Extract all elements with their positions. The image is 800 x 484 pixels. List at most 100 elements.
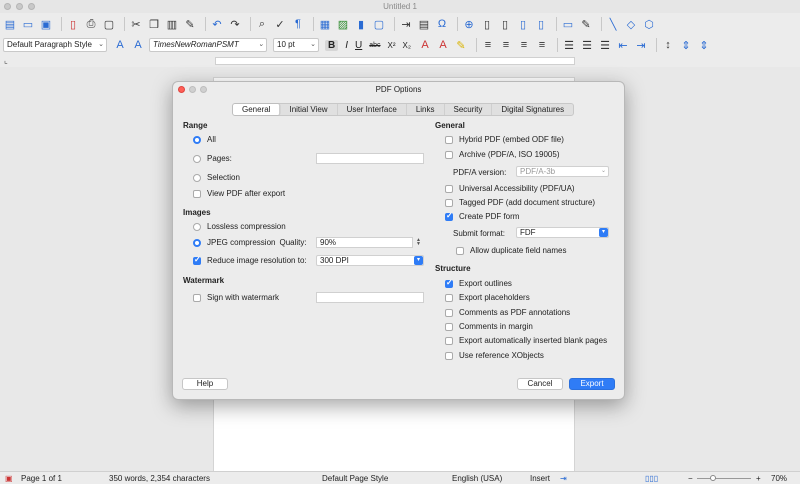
decrease-spacing-icon[interactable]: ⇕: [697, 38, 711, 52]
document-modified-icon[interactable]: ▣: [5, 474, 13, 483]
hybrid-pdf-checkbox[interactable]: [445, 135, 453, 144]
insert-mode[interactable]: Insert: [530, 474, 550, 483]
endnote-icon[interactable]: ▯: [498, 17, 512, 31]
range-selection-option[interactable]: Selection: [193, 173, 240, 182]
redo-icon[interactable]: ↷: [228, 17, 242, 31]
sign-watermark-option[interactable]: Sign with watermark: [193, 293, 279, 302]
create-form-checkbox[interactable]: [445, 211, 453, 221]
pdfa-version-select[interactable]: PDF/A-3b ⌄: [516, 166, 609, 177]
export-placeholders-checkbox[interactable]: [445, 293, 453, 302]
hybrid-pdf-option[interactable]: Hybrid PDF (embed ODF file): [445, 135, 564, 144]
zoom-level[interactable]: 70%: [771, 474, 787, 483]
clone-formatting-icon[interactable]: ✎: [183, 17, 197, 31]
bookmark-icon[interactable]: ▯: [516, 17, 530, 31]
copy-icon[interactable]: ❐: [147, 17, 161, 31]
zoom-slider[interactable]: [697, 478, 751, 479]
zoom-out-icon[interactable]: −: [688, 474, 693, 483]
subscript-button[interactable]: X₂: [403, 41, 411, 50]
new-style-icon[interactable]: A: [131, 38, 145, 52]
tab-security[interactable]: Security: [445, 104, 493, 115]
track-changes-icon[interactable]: ✎: [579, 17, 593, 31]
superscript-button[interactable]: X²: [388, 41, 396, 50]
highlight-icon[interactable]: ✎: [454, 38, 468, 52]
duplicate-names-checkbox[interactable]: [456, 246, 464, 255]
quality-input[interactable]: 90% ▲ ▼: [316, 237, 421, 248]
range-all-option[interactable]: All: [193, 135, 216, 144]
tab-general[interactable]: General: [233, 104, 281, 115]
zoom-in-icon[interactable]: +: [756, 474, 761, 483]
open-folder-icon[interactable]: ▭: [21, 17, 35, 31]
print-icon[interactable]: ⎙: [84, 17, 98, 31]
numbered-list-icon[interactable]: ☰: [580, 38, 594, 52]
outline-icon[interactable]: ☰: [598, 38, 612, 52]
strikethrough-button[interactable]: abc: [369, 42, 380, 49]
word-count[interactable]: 350 words, 2,354 characters: [109, 474, 210, 483]
selection-mode-icon[interactable]: ⇥: [560, 474, 567, 483]
range-pages-option[interactable]: Pages:: [193, 154, 232, 163]
export-outlines-option[interactable]: Export outlines: [445, 278, 512, 288]
formatting-marks-icon[interactable]: ¶: [291, 17, 305, 31]
export-outlines-checkbox[interactable]: [445, 278, 453, 288]
align-right-icon[interactable]: ≡: [517, 38, 531, 52]
spelling-icon[interactable]: ✓: [273, 17, 287, 31]
lossless-radio[interactable]: [193, 222, 201, 231]
export-pdf-icon[interactable]: ▯: [66, 17, 80, 31]
clear-formatting-icon[interactable]: A: [418, 38, 432, 52]
sign-watermark-checkbox[interactable]: [193, 293, 201, 302]
insert-table-icon[interactable]: ▦: [318, 17, 332, 31]
lossless-option[interactable]: Lossless compression: [193, 222, 286, 231]
language[interactable]: English (USA): [452, 474, 502, 483]
comments-pdf-checkbox[interactable]: [445, 308, 453, 317]
accessibility-checkbox[interactable]: [445, 184, 453, 193]
page-break-icon[interactable]: ⇥: [399, 17, 413, 31]
update-style-icon[interactable]: A: [113, 38, 127, 52]
comments-margin-option[interactable]: Comments in margin: [445, 322, 533, 331]
view-after-export-checkbox[interactable]: [193, 189, 201, 198]
font-size-select[interactable]: 10 pt ⌄: [273, 38, 319, 52]
view-after-export-option[interactable]: View PDF after export: [193, 189, 285, 198]
help-button[interactable]: Help: [182, 378, 228, 390]
undo-icon[interactable]: ↶: [210, 17, 224, 31]
jpeg-radio[interactable]: [193, 238, 201, 247]
comments-pdf-option[interactable]: Comments as PDF annotations: [445, 308, 570, 317]
page-count[interactable]: Page 1 of 1: [21, 474, 62, 483]
footnote-icon[interactable]: ▯: [480, 17, 494, 31]
accessibility-option[interactable]: Universal Accessibility (PDF/UA): [445, 184, 575, 193]
tab-links[interactable]: Links: [407, 104, 445, 115]
tab-initial-view[interactable]: Initial View: [280, 104, 338, 115]
insert-line-icon[interactable]: ╲: [606, 17, 620, 31]
export-placeholders-option[interactable]: Export placeholders: [445, 293, 530, 302]
range-pages-radio[interactable]: [193, 154, 201, 163]
minimize-window-button[interactable]: [16, 3, 23, 10]
stepper-icon[interactable]: ▲ ▼: [415, 238, 422, 247]
page-style[interactable]: Default Page Style: [322, 474, 388, 483]
insert-chart-icon[interactable]: ▮: [354, 17, 368, 31]
tab-digital-signatures[interactable]: Digital Signatures: [492, 104, 573, 115]
watermark-input[interactable]: [316, 292, 424, 303]
font-color-icon[interactable]: A: [436, 38, 450, 52]
bullet-list-icon[interactable]: ☰: [562, 38, 576, 52]
save-icon[interactable]: ▣: [39, 17, 53, 31]
duplicate-names-option[interactable]: Allow duplicate field names: [456, 246, 567, 255]
xobjects-checkbox[interactable]: [445, 351, 453, 360]
create-form-option[interactable]: Create PDF form: [445, 211, 519, 221]
insert-textbox-icon[interactable]: ▢: [372, 17, 386, 31]
horizontal-ruler[interactable]: ⌞: [0, 55, 800, 67]
insert-field-icon[interactable]: ▤: [417, 17, 431, 31]
increase-indent-icon[interactable]: ⇤: [616, 38, 630, 52]
export-button[interactable]: Export: [569, 378, 615, 390]
font-name-select[interactable]: TimesNewRomanPSMT ⌄: [149, 38, 267, 52]
reduce-resolution-option[interactable]: Reduce image resolution to:: [193, 255, 307, 265]
insert-image-icon[interactable]: ▨: [336, 17, 350, 31]
blank-pages-option[interactable]: Export automatically inserted blank page…: [445, 336, 607, 345]
decrease-indent-icon[interactable]: ⇥: [634, 38, 648, 52]
submit-format-select[interactable]: FDF ▾: [516, 227, 609, 238]
bold-button[interactable]: B: [325, 39, 339, 51]
range-selection-radio[interactable]: [193, 173, 201, 182]
find-replace-icon[interactable]: ⌕: [255, 17, 269, 31]
print-preview-icon[interactable]: ▢: [102, 17, 116, 31]
tagged-pdf-option[interactable]: Tagged PDF (add document structure): [445, 198, 595, 207]
comments-margin-checkbox[interactable]: [445, 322, 453, 331]
tagged-pdf-checkbox[interactable]: [445, 198, 453, 207]
zoom-window-button[interactable]: [28, 3, 35, 10]
